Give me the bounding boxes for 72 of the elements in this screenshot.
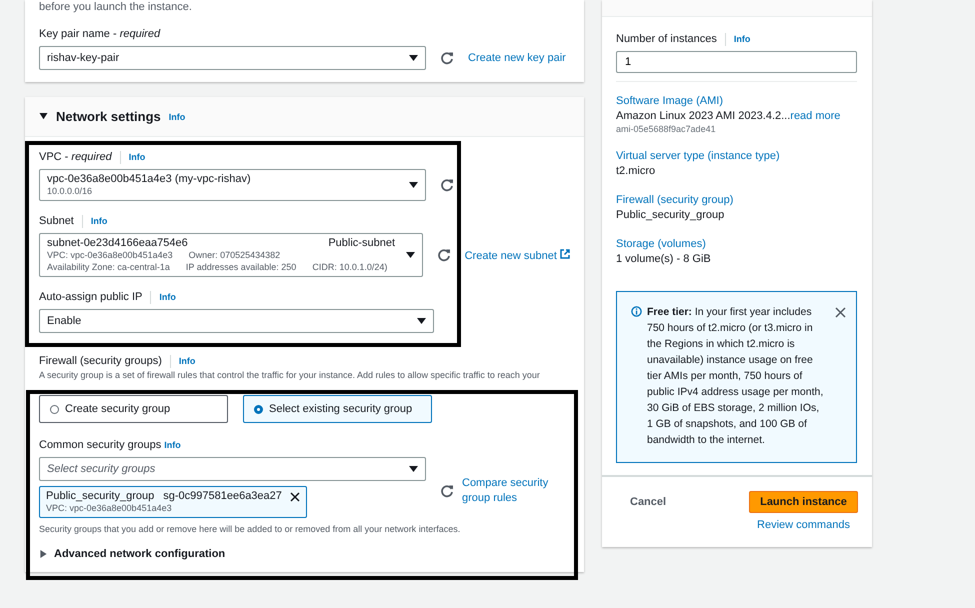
security-group-select[interactable]: Select security groups [39,457,426,481]
token-name: Public_security_group [46,490,154,502]
select-detail: 10.0.0.0/16 [47,185,94,197]
close-icon[interactable] [835,307,846,318]
info-icon [631,306,642,317]
instances-input[interactable]: 1 [616,51,857,73]
select-value: subnet-0e23d4166eaa754e6 [47,237,188,249]
token-id: sg-0c997581ee6a3ea27 [163,490,282,502]
read-more-link[interactable]: read more [790,110,840,122]
summary-value: Public_security_group [616,208,726,223]
field-label: Auto-assign public IP [39,290,142,305]
summary-link[interactable]: Firewall (security group) [616,193,858,208]
info-link[interactable]: Info [90,213,108,229]
cancel-button[interactable]: Cancel [616,491,749,513]
select-detail: Owner: 070525434382 [188,249,280,261]
info-link[interactable]: Info [159,289,176,305]
summary-detail: ami-05e5688f9ac7ade41 [616,124,717,135]
info-link[interactable]: Info [164,437,181,453]
radio-option[interactable]: Create security group [39,395,228,423]
summary-link[interactable]: Virtual server type (instance type) [616,149,858,164]
create-subnet-link[interactable]: Create new subnet [464,248,570,262]
section-title: Network settings [56,109,161,124]
remove-icon[interactable] [290,492,300,502]
summary-value: 1 volume(s) - 8 GiB [616,252,712,267]
refresh-icon[interactable] [440,51,454,65]
select-value: rishav-key-pair [47,52,120,64]
select-detail: CIDR: 10.0.1.0/24) [312,261,388,273]
advanced-network-toggle[interactable]: Advanced network configuration [39,548,226,560]
summary-link[interactable]: Software Image (AMI) [616,94,858,109]
external-link-icon [560,248,570,258]
info-link[interactable]: Info [128,149,146,165]
intro-text: before you launch the instance. [39,0,193,14]
caret-icon [409,466,418,472]
summary-value: t2.micro [616,164,656,179]
info-link[interactable]: Info [168,112,186,122]
refresh-icon[interactable] [440,484,454,498]
launch-instance-button[interactable]: Launch instance [749,491,858,513]
caret-icon [406,252,415,258]
select-detail: Availability Zone: ca-central-1a [47,261,170,273]
field-label: Number of instances [616,32,717,47]
select-detail: IP addresses available: 250 [186,261,296,273]
refresh-icon[interactable] [440,178,454,192]
select-detail: VPC: vpc-0e36a8e00b451a4e3 [47,249,173,261]
refresh-icon[interactable] [436,248,451,262]
field-label: VPC - required [39,150,112,165]
auto-assign-select[interactable]: Enable [39,309,434,333]
alert-text: Free tier: In your first year includes 750 hours of t2.micro (or t3.micro in the Regions in which t2.micro is unavailable) instance usage on free tier AMIs per month, 750 hours of public IPv4 address usage per month, 30 GiB of EBS storage, 2 million IOs, 1 GB of snapshots, and 100 GB of bandwidth to the internet. [647,305,824,448]
vpc-select[interactable]: vpc-0e36a8e00b451a4e3 (my-vpc-rishav) 10.0.0.0/16 [39,169,426,201]
subnet-name: Public-subnet [328,237,395,249]
placeholder-text: Select security groups [47,463,156,475]
description-text: A security group is a set of firewall rules that control the traffic for your instance. Add rules to allow specific traffic to reach your [39,369,541,381]
caret-icon [417,318,426,324]
radio-option[interactable]: Select existing security group [243,395,432,423]
field-label: Subnet [39,214,74,229]
info-link[interactable]: Info [178,353,196,369]
caret-icon [409,55,418,61]
compare-rules-link[interactable]: Compare security group rules [462,476,574,506]
select-value: Enable [47,315,82,327]
hint-text: Security groups that you add or remove here will be added to or removed from all your network interfaces. [39,524,462,534]
caret-icon [409,182,418,188]
subnet-select[interactable]: subnet-0e23d4166eaa754e6 Public-subnet VPC: vpc-0e36a8e00b451a4e3 Owner: 070525434382 Availability Zone: ca-central-1a IP addresses available: 250 CIDR: 10.0.1.0/24) [39,233,423,277]
summary-link[interactable]: Storage (volumes) [616,237,858,252]
field-label: Key pair name - required [39,27,160,42]
review-commands-link[interactable]: Review commands [749,519,858,531]
token-detail: VPC: vpc-0e36a8e00b451a4e3 [46,502,173,514]
create-key-pair-link[interactable]: Create new key pair [468,52,566,64]
field-label: Common security groups [39,438,162,453]
select-value: vpc-0e36a8e00b451a4e3 (my-vpc-rishav) [47,173,251,185]
summary-value: Amazon Linux 2023 AMI 2023.4.2...read more [616,109,842,124]
field-label: Firewall (security groups) [39,354,162,369]
info-link[interactable]: Info [734,31,750,47]
key-pair-select[interactable]: rishav-key-pair [39,46,426,70]
